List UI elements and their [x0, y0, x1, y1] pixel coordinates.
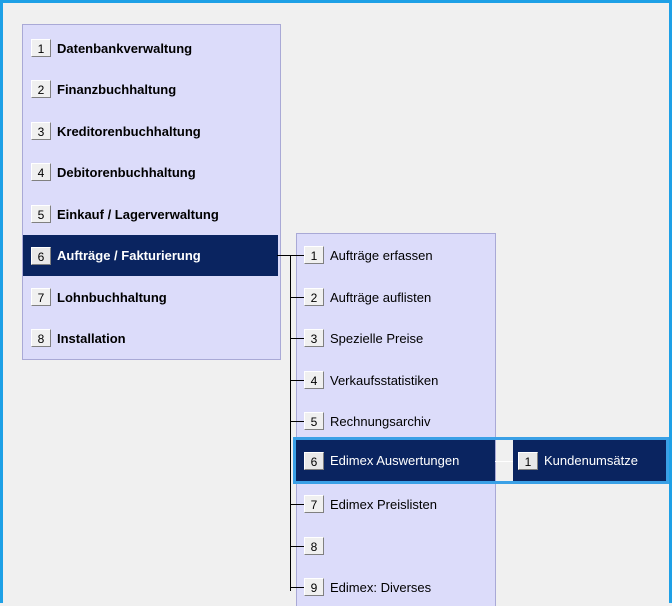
item-number: 9	[304, 578, 324, 596]
item-label: Verkaufsstatistiken	[330, 372, 439, 388]
item-number: 4	[304, 371, 324, 389]
item-label: Einkauf / Lagerverwaltung	[57, 206, 219, 222]
sub-menu-item-auftraege-auflisten[interactable]: 2 Aufträge auflisten	[304, 288, 431, 306]
tree-branch	[290, 338, 304, 339]
sub-menu-item-auftraege-erfassen[interactable]: 1 Aufträge erfassen	[304, 246, 433, 264]
main-menu-item-datenbank[interactable]: 1 Datenbankverwaltung	[31, 39, 192, 57]
main-menu-item-auftraege[interactable]: 6 Aufträge / Fakturierung	[23, 235, 278, 276]
sub-menu-item-8[interactable]: 8	[304, 537, 330, 555]
item-number: 1	[304, 246, 324, 264]
main-menu-item-debitoren[interactable]: 4 Debitorenbuchhaltung	[31, 163, 196, 181]
item-label: Edimex Preislisten	[330, 496, 437, 512]
main-menu: 1 Datenbankverwaltung 2 Finanzbuchhaltun…	[22, 24, 281, 360]
item-number: 3	[31, 122, 51, 140]
item-label: Aufträge auflisten	[330, 289, 432, 305]
main-menu-item-finanz[interactable]: 2 Finanzbuchhaltung	[31, 80, 176, 98]
sub-sub-menu-item-kundenumsaetze[interactable]: 1 Kundenumsätze	[513, 440, 666, 481]
item-label: Kundenumsätze	[544, 453, 638, 468]
tree-connector	[277, 255, 291, 256]
item-label: Aufträge erfassen	[330, 247, 433, 263]
item-label: Edimex: Diverses	[330, 579, 432, 595]
item-label: Datenbankverwaltung	[57, 40, 193, 56]
sub-menu-item-edimex-preislisten[interactable]: 7 Edimex Preislisten	[304, 495, 437, 513]
item-number: 3	[304, 329, 324, 347]
item-number: 1	[518, 451, 538, 470]
main-menu-item-lohn[interactable]: 7 Lohnbuchhaltung	[31, 288, 167, 306]
sub-menu-item-spezielle-preise[interactable]: 3 Spezielle Preise	[304, 329, 423, 347]
item-label: Lohnbuchhaltung	[57, 289, 167, 305]
tree-branch	[290, 587, 304, 588]
item-number: 5	[31, 205, 51, 223]
main-menu-item-einkauf[interactable]: 5 Einkauf / Lagerverwaltung	[31, 205, 219, 223]
tree-branch	[290, 255, 304, 256]
item-number: 4	[31, 163, 51, 181]
item-label: Edimex Auswertungen	[330, 453, 460, 468]
sub-menu-item-verkaufsstatistiken[interactable]: 4 Verkaufsstatistiken	[304, 371, 438, 389]
item-number: 8	[31, 329, 51, 347]
main-menu-item-installation[interactable]: 8 Installation	[31, 329, 126, 347]
item-label: Spezielle Preise	[330, 330, 424, 346]
item-number: 6	[31, 246, 51, 265]
main-menu-item-kreditoren[interactable]: 3 Kreditorenbuchhaltung	[31, 122, 201, 140]
item-number: 1	[31, 39, 51, 57]
item-number: 5	[304, 412, 324, 430]
tree-branch	[290, 546, 304, 547]
item-label: Installation	[57, 330, 126, 346]
item-number: 2	[304, 288, 324, 306]
item-label: Aufträge / Fakturierung	[57, 248, 201, 263]
sub-menu-item-rechnungsarchiv[interactable]: 5 Rechnungsarchiv	[304, 412, 430, 430]
item-label: Rechnungsarchiv	[330, 413, 431, 429]
item-number: 7	[304, 495, 324, 513]
item-label: Kreditorenbuchhaltung	[57, 123, 201, 139]
item-number: 6	[304, 451, 324, 470]
tree-connector	[495, 461, 513, 462]
sub-menu-item-edimex-auswertungen[interactable]: 6 Edimex Auswertungen	[296, 440, 495, 481]
tree-branch	[290, 297, 304, 298]
sub-menu-item-edimex-diverses[interactable]: 9 Edimex: Diverses	[304, 578, 431, 596]
item-number: 2	[31, 80, 51, 98]
item-number: 8	[304, 537, 324, 555]
item-label: Finanzbuchhaltung	[57, 81, 177, 97]
tree-vertical-line	[290, 255, 291, 591]
tree-branch	[290, 421, 304, 422]
tree-branch	[290, 504, 304, 505]
item-number: 7	[31, 288, 51, 306]
tree-branch	[290, 380, 304, 381]
item-label: Debitorenbuchhaltung	[57, 164, 196, 180]
